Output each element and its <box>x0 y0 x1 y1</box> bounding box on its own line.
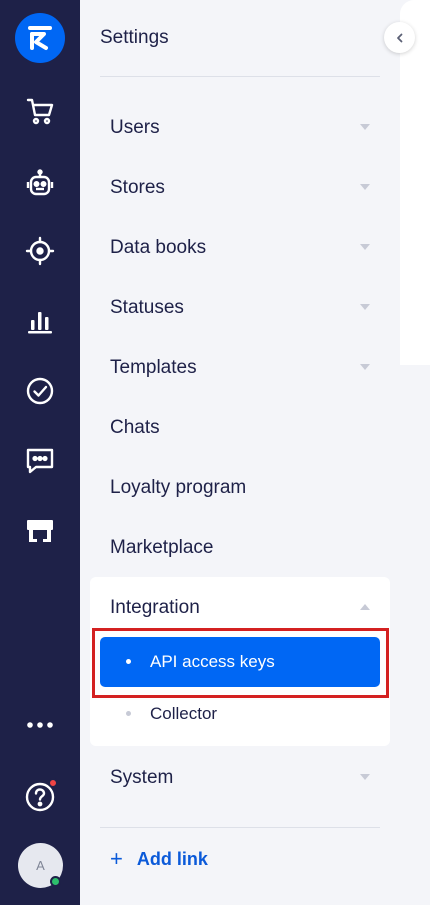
add-link-button[interactable]: + Add link <box>110 848 208 870</box>
menu-item-label: Marketplace <box>110 537 214 558</box>
avatar-initial: A <box>36 858 45 873</box>
chat-icon[interactable] <box>15 436 65 486</box>
icon-rail: A <box>0 0 80 905</box>
collapse-panel-button[interactable] <box>384 22 415 53</box>
chevron-down-icon <box>360 184 370 190</box>
chevron-down-icon <box>360 364 370 370</box>
bullet-icon <box>126 659 131 664</box>
menu-item-statuses[interactable]: Statuses <box>90 278 390 338</box>
add-link-label: Add link <box>136 848 208 869</box>
main-content-lower <box>400 365 430 905</box>
divider <box>100 827 380 828</box>
chevron-down-icon <box>360 244 370 250</box>
check-circle-icon[interactable] <box>15 366 65 416</box>
menu-item-label: Stores <box>110 177 165 198</box>
chevron-up-icon <box>360 604 370 610</box>
menu-item-stores[interactable]: Stores <box>90 158 390 218</box>
menu-item-label: Users <box>110 117 160 138</box>
more-icon[interactable] <box>15 700 65 750</box>
logo-icon[interactable] <box>15 13 65 63</box>
chevron-left-icon <box>396 33 402 42</box>
chevron-down-icon <box>360 124 370 130</box>
menu-item-system[interactable]: System <box>90 748 390 808</box>
submenu-item-label: Collector <box>150 704 218 723</box>
menu-item-templates[interactable]: Templates <box>90 338 390 398</box>
integration-group: Integration API access keys Collector <box>90 577 390 746</box>
submenu-item-collector[interactable]: Collector <box>100 689 380 739</box>
menu-item-label: Integration <box>110 597 200 618</box>
notification-dot <box>48 778 58 788</box>
menu-item-label: Statuses <box>110 297 184 318</box>
cart-icon[interactable] <box>15 86 65 136</box>
menu-item-label: System <box>110 767 174 788</box>
submenu-item-api-access-keys[interactable]: API access keys <box>100 637 380 687</box>
submenu-item-label: API access keys <box>150 652 275 671</box>
online-status-dot <box>50 876 61 887</box>
store-icon[interactable] <box>15 506 65 556</box>
menu-item-loyalty-program[interactable]: Loyalty program <box>90 458 390 518</box>
bullet-icon <box>126 711 131 716</box>
menu-item-label: Templates <box>110 357 197 378</box>
menu-item-marketplace[interactable]: Marketplace <box>90 518 390 578</box>
menu-item-integration[interactable]: Integration <box>90 578 390 638</box>
plus-icon: + <box>110 846 123 871</box>
help-icon[interactable] <box>15 772 65 822</box>
chevron-down-icon <box>360 304 370 310</box>
settings-panel: Settings Users Stores Data books Statuse… <box>80 0 400 905</box>
bot-icon[interactable] <box>15 159 65 209</box>
chevron-down-icon <box>360 774 370 780</box>
analytics-icon[interactable] <box>15 296 65 346</box>
menu-item-label: Loyalty program <box>110 477 247 498</box>
menu-item-chats[interactable]: Chats <box>90 398 390 458</box>
divider <box>100 76 380 77</box>
target-icon[interactable] <box>15 226 65 276</box>
menu-item-users[interactable]: Users <box>90 98 390 158</box>
menu-item-label: Chats <box>110 417 160 438</box>
menu-item-data-books[interactable]: Data books <box>90 218 390 278</box>
menu-item-label: Data books <box>110 237 207 258</box>
panel-title: Settings <box>100 27 169 48</box>
